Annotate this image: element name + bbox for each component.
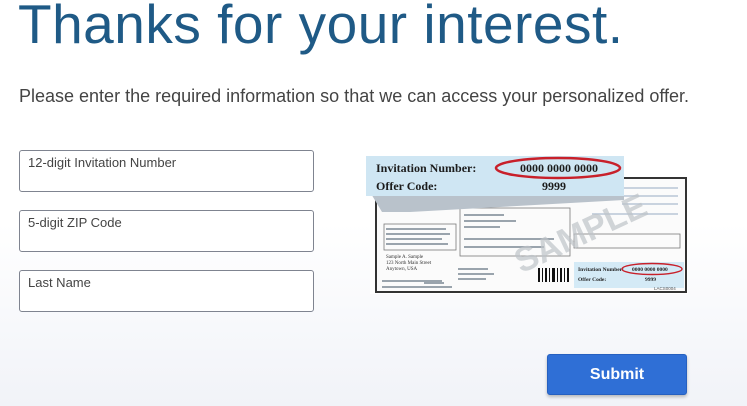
sender-city: Anytown, USA <box>386 267 418 272</box>
small-invitation-value: 0000 0000 0000 <box>632 267 668 273</box>
sender-street: 123 North Main Street <box>386 261 432 266</box>
page-title: Thanks for your interest. <box>18 0 624 55</box>
zip-code-input[interactable] <box>28 232 305 247</box>
page-subtitle: Please enter the required information so… <box>19 86 690 106</box>
offer-code-caption: Offer Code: <box>376 179 437 193</box>
invitation-number-caption: Invitation Number: <box>376 161 476 175</box>
zip-code-field[interactable]: 5-digit ZIP Code <box>19 210 314 252</box>
last-name-input[interactable] <box>28 292 305 307</box>
invitation-number-input[interactable] <box>28 172 305 187</box>
last-name-label: Last Name <box>28 275 91 290</box>
submit-button[interactable]: Submit <box>547 354 687 395</box>
small-offer-value: 9999 <box>645 277 656 283</box>
sample-letter-graphic: Sample A. Sample 123 North Main Street A… <box>366 156 688 294</box>
sender-name: Sample A. Sample <box>386 255 424 260</box>
sample-invitation-image: Sample A. Sample 123 North Main Street A… <box>362 150 688 294</box>
zip-code-label: 5-digit ZIP Code <box>28 215 122 230</box>
small-offer-label: Offer Code: <box>578 277 606 283</box>
offer-code-example: 9999 <box>542 179 566 193</box>
vendor-code: LACS0004 <box>654 286 676 291</box>
small-invitation-label: Invitation Number: <box>578 267 624 273</box>
invitation-number-field[interactable]: 12-digit Invitation Number <box>19 150 314 192</box>
invitation-number-label: 12-digit Invitation Number <box>28 155 177 170</box>
invitation-number-example: 0000 0000 0000 <box>520 161 598 175</box>
last-name-field[interactable]: Last Name <box>19 270 314 312</box>
